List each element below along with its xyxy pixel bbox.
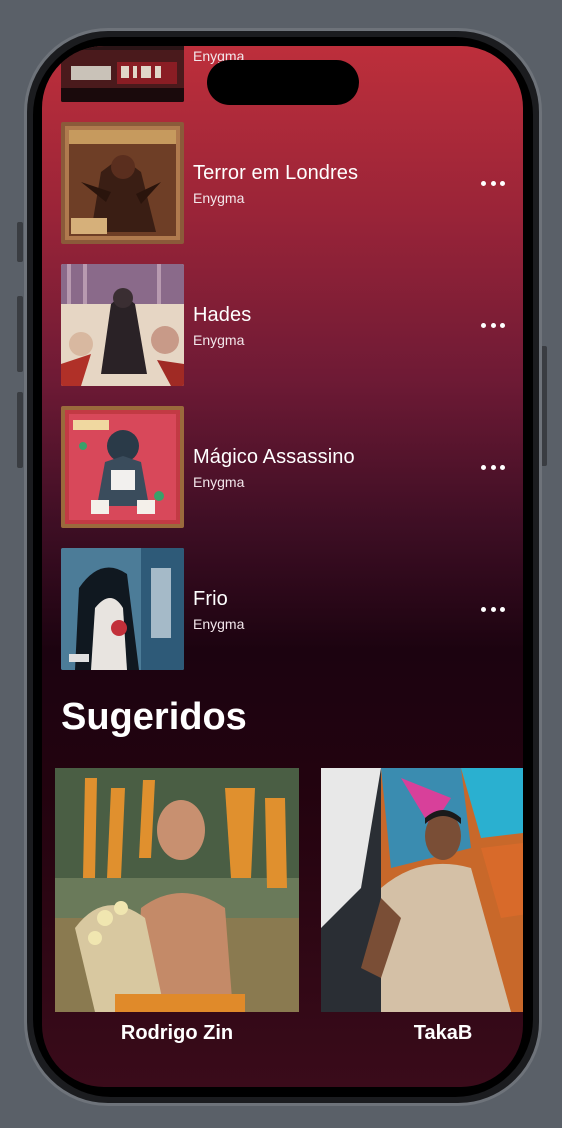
song-title: Mágico Assassino bbox=[193, 446, 355, 468]
song-row[interactable]: Frio Enygma bbox=[42, 548, 523, 670]
ellipsis-horizontal-icon[interactable] bbox=[478, 318, 508, 332]
artist-name: TakaB bbox=[413, 1022, 473, 1044]
album-cover bbox=[61, 264, 184, 386]
song-row[interactable]: Mágico Assassino Enygma bbox=[42, 406, 523, 528]
action-button bbox=[17, 222, 23, 262]
song-artist: Enygma bbox=[193, 474, 245, 490]
volume-up-button bbox=[17, 296, 23, 372]
ellipsis-horizontal-icon[interactable] bbox=[478, 176, 508, 190]
song-title: Terror em Londres bbox=[193, 162, 359, 184]
volume-down-button bbox=[17, 392, 23, 468]
album-cover bbox=[61, 548, 184, 670]
song-title: Frio bbox=[193, 588, 228, 610]
song-row[interactable]: Hades Enygma bbox=[42, 264, 523, 386]
song-artist: Enygma bbox=[193, 616, 245, 632]
album-cover bbox=[61, 46, 184, 102]
song-title: Hades bbox=[193, 304, 252, 326]
song-artist: Enygma bbox=[193, 332, 245, 348]
dynamic-island bbox=[207, 60, 359, 105]
artist-name: Rodrigo Zin bbox=[120, 1022, 234, 1044]
album-cover bbox=[61, 122, 184, 244]
suggested-section-title: Sugeridos bbox=[61, 696, 247, 738]
artist-photo bbox=[55, 768, 299, 1012]
app-screen: Enygma Terror em Londres Enygma Hades En… bbox=[42, 46, 523, 1087]
artist-photo bbox=[321, 768, 523, 1012]
ellipsis-horizontal-icon[interactable] bbox=[478, 602, 508, 616]
song-artist: Enygma bbox=[193, 190, 245, 206]
ellipsis-horizontal-icon[interactable] bbox=[478, 460, 508, 474]
album-cover bbox=[61, 406, 184, 528]
suggested-artist-card[interactable]: Rodrigo Zin bbox=[55, 768, 299, 1044]
suggested-artist-card[interactable]: TakaB bbox=[321, 768, 523, 1044]
song-row[interactable]: Terror em Londres Enygma bbox=[42, 122, 523, 244]
